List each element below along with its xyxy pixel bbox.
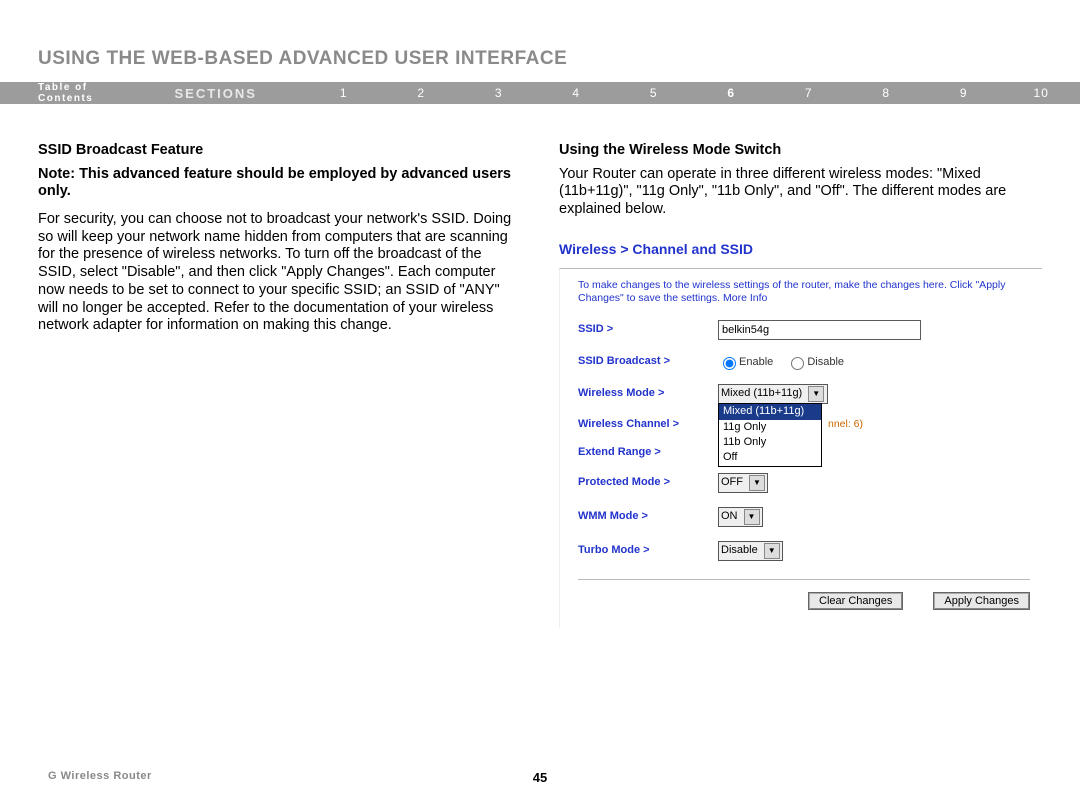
- broadcast-enable-option[interactable]: Enable: [718, 356, 773, 368]
- label-broadcast: SSID Broadcast >: [578, 355, 718, 368]
- wireless-settings-panel: To make changes to the wireless settings…: [559, 268, 1042, 628]
- chevron-down-icon[interactable]: ▼: [749, 475, 765, 491]
- right-column: Using the Wireless Mode Switch Your Rout…: [559, 142, 1042, 628]
- broadcast-enable-radio[interactable]: [723, 357, 736, 370]
- protected-mode-select[interactable]: OFF ▼: [718, 473, 768, 493]
- channel-note: nnel: 6): [828, 418, 863, 431]
- nav-section-2[interactable]: 2: [382, 86, 460, 100]
- wireless-mode-dropdown[interactable]: Mixed (11b+11g) 11g Only 11b Only Off: [718, 403, 822, 467]
- left-column: SSID Broadcast Feature Note: This advanc…: [38, 142, 521, 628]
- advanced-note: Note: This advanced feature should be em…: [38, 166, 521, 201]
- panel-helptext: To make changes to the wireless settings…: [578, 279, 1030, 306]
- ssid-broadcast-body: For security, you can choose not to broa…: [38, 211, 521, 335]
- section-nav: Table of Contents SECTIONS 1 2 3 4 5 6 7…: [0, 82, 1080, 104]
- wmm-mode-value: ON: [721, 510, 742, 523]
- panel-heading: Wireless > Channel and SSID: [559, 241, 1042, 258]
- wireless-mode-select[interactable]: Mixed (11b+11g) ▼ Mixed (11b+11g) 11g On…: [718, 384, 828, 404]
- nav-section-1[interactable]: 1: [305, 86, 383, 100]
- clear-changes-button[interactable]: Clear Changes: [808, 592, 903, 610]
- page-footer: G Wireless Router 45: [0, 770, 1080, 782]
- broadcast-enable-label: Enable: [739, 356, 773, 368]
- helptext-text: To make changes to the wireless settings…: [578, 279, 1005, 305]
- label-turbo: Turbo Mode >: [578, 544, 718, 557]
- broadcast-disable-label: Disable: [807, 356, 844, 368]
- turbo-mode-value: Disable: [721, 544, 762, 557]
- mode-option-mixed[interactable]: Mixed (11b+11g): [719, 404, 821, 419]
- broadcast-disable-option[interactable]: Disable: [786, 356, 844, 368]
- more-info-link[interactable]: More Info: [723, 292, 767, 304]
- nav-section-9[interactable]: 9: [925, 86, 1003, 100]
- ssid-broadcast-heading: SSID Broadcast Feature: [38, 142, 521, 160]
- label-protected: Protected Mode >: [578, 476, 718, 489]
- chevron-down-icon[interactable]: ▼: [744, 509, 760, 525]
- apply-changes-button[interactable]: Apply Changes: [933, 592, 1030, 610]
- label-ssid: SSID >: [578, 323, 718, 336]
- nav-section-3[interactable]: 3: [460, 86, 538, 100]
- wireless-mode-value: Mixed (11b+11g): [721, 387, 806, 400]
- chevron-down-icon[interactable]: ▼: [764, 543, 780, 559]
- wmm-mode-select[interactable]: ON ▼: [718, 507, 763, 527]
- page-title: USING THE WEB-BASED ADVANCED USER INTERF…: [38, 48, 1080, 70]
- nav-section-7[interactable]: 7: [770, 86, 848, 100]
- nav-section-10[interactable]: 10: [1002, 86, 1080, 100]
- nav-section-4[interactable]: 4: [537, 86, 615, 100]
- nav-sections-label: SECTIONS: [175, 86, 257, 101]
- broadcast-disable-radio[interactable]: [791, 357, 804, 370]
- label-wmm: WMM Mode >: [578, 510, 718, 523]
- protected-mode-value: OFF: [721, 476, 747, 489]
- wireless-mode-heading: Using the Wireless Mode Switch: [559, 142, 1042, 160]
- mode-option-off[interactable]: Off: [719, 450, 821, 465]
- product-name: G Wireless Router: [48, 770, 152, 782]
- page-number: 45: [533, 770, 547, 785]
- label-channel: Wireless Channel >: [578, 418, 718, 431]
- ssid-input[interactable]: [718, 320, 921, 340]
- wireless-mode-body: Your Router can operate in three differe…: [559, 166, 1042, 219]
- chevron-down-icon[interactable]: ▼: [808, 386, 824, 402]
- nav-section-8[interactable]: 8: [847, 86, 925, 100]
- nav-section-5[interactable]: 5: [615, 86, 693, 100]
- nav-toc[interactable]: Table of Contents: [38, 82, 147, 104]
- nav-section-6[interactable]: 6: [692, 86, 770, 100]
- label-mode: Wireless Mode >: [578, 387, 718, 400]
- mode-option-11b[interactable]: 11b Only: [719, 435, 821, 450]
- label-extend: Extend Range >: [578, 446, 718, 459]
- turbo-mode-select[interactable]: Disable ▼: [718, 541, 783, 561]
- mode-option-11g[interactable]: 11g Only: [719, 420, 821, 435]
